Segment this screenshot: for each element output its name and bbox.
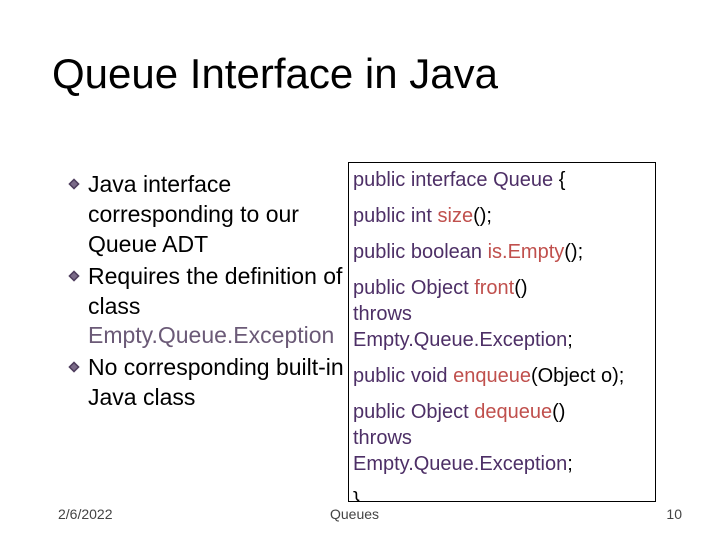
bullet-classname: Empty.Queue.Exception (88, 322, 334, 348)
code-keyword: public (353, 401, 405, 423)
footer-date: 2/6/2022 (58, 506, 113, 522)
bullet-list: Java interface corresponding to our Queu… (68, 170, 348, 415)
bullet-item: Java interface corresponding to our Queu… (68, 170, 348, 260)
bullet-text: Java interface corresponding to our Queu… (88, 171, 299, 257)
code-classname: Empty.Queue.Exception (353, 453, 567, 475)
code-tail: () (552, 401, 565, 423)
code-snippet: public interface Queue { public int size… (348, 162, 656, 502)
code-line: public void enqueue(Object o); (353, 363, 653, 389)
code-type: Object (411, 277, 469, 299)
code-tail: (); (473, 205, 492, 227)
code-semicolon: ; (567, 453, 573, 475)
footer-page-number: 10 (666, 506, 682, 522)
code-type: void (411, 365, 448, 387)
bullet-item: No corresponding built-in Java class (68, 353, 348, 413)
code-keyword: interface (411, 169, 488, 191)
code-tail: (); (564, 241, 583, 263)
code-keyword: public (353, 277, 405, 299)
code-line: public Object front() throws Empty.Queue… (353, 275, 653, 353)
diamond-icon (68, 270, 80, 282)
code-type: boolean (411, 241, 482, 263)
code-method: enqueue (453, 365, 531, 387)
code-keyword: throws (353, 303, 412, 325)
diamond-icon (68, 361, 80, 373)
code-method: size (438, 205, 474, 227)
code-keyword: throws (353, 427, 412, 449)
code-type: int (411, 205, 432, 227)
code-args: (Object o); (531, 365, 624, 387)
code-type: Object (411, 401, 469, 423)
code-method: front (474, 277, 514, 299)
bullet-item: Requires the definition of class Empty.Q… (68, 262, 348, 352)
code-line: public int size(); (353, 203, 653, 229)
code-classname: Empty.Queue.Exception (353, 329, 567, 351)
code-line: public boolean is.Empty(); (353, 239, 653, 265)
bullet-text: No corresponding built-in Java class (88, 354, 344, 410)
code-method: is.Empty (488, 241, 565, 263)
code-keyword: public (353, 205, 405, 227)
code-semicolon: ; (567, 329, 573, 351)
code-brace: { (559, 169, 566, 191)
code-tail: () (514, 277, 527, 299)
code-keyword: public (353, 241, 405, 263)
code-method: dequeue (474, 401, 552, 423)
code-keyword: public (353, 169, 405, 191)
bullet-text: Requires the definition of class (88, 263, 342, 319)
code-keyword: public (353, 365, 405, 387)
slide-title: Queue Interface in Java (52, 50, 498, 98)
code-line: public Object dequeue() throws Empty.Que… (353, 399, 653, 477)
footer-label: Queues (330, 506, 379, 522)
code-line: } (353, 487, 653, 502)
code-line: public interface Queue { (353, 167, 653, 193)
code-classname: Queue (493, 169, 553, 191)
diamond-icon (68, 178, 80, 190)
